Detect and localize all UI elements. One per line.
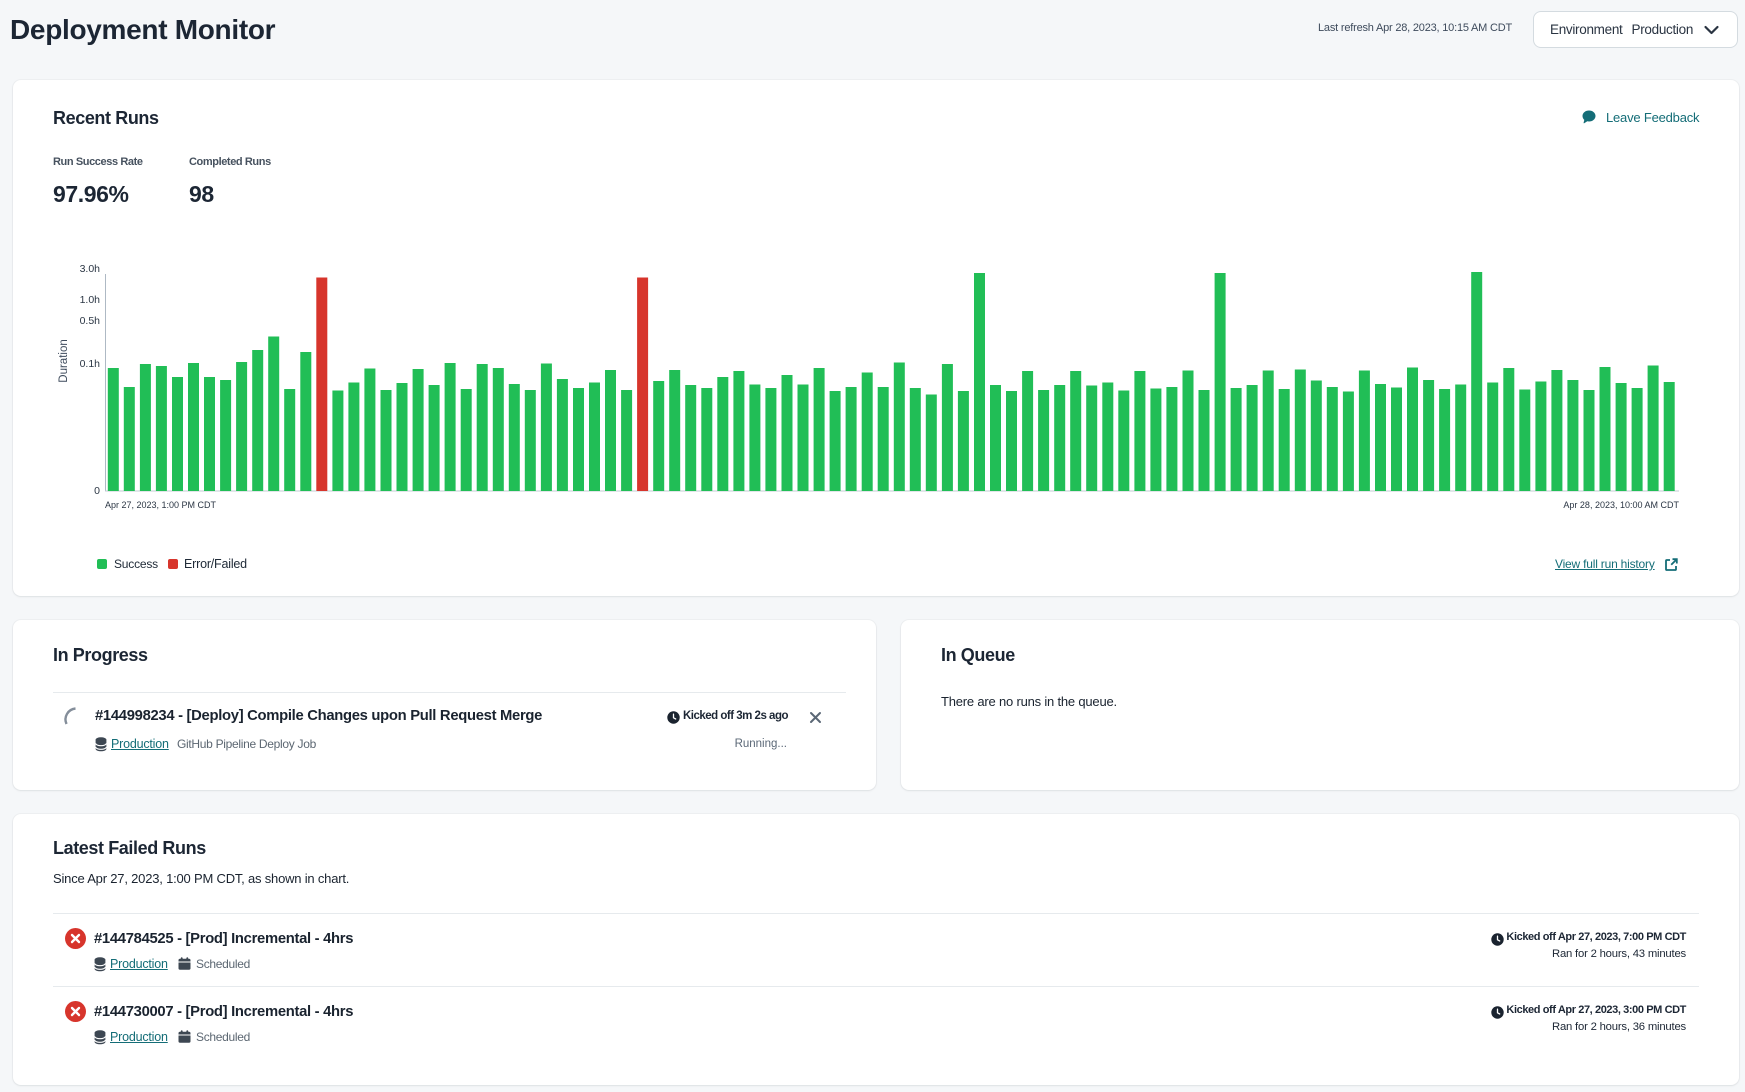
svg-text:3.0h: 3.0h xyxy=(80,263,101,275)
svg-text:1.0h: 1.0h xyxy=(80,294,101,306)
svg-text:0: 0 xyxy=(94,485,100,497)
svg-text:0.1h: 0.1h xyxy=(80,358,101,370)
svg-text:0.5h: 0.5h xyxy=(80,315,101,327)
svg-text:Duration: Duration xyxy=(58,339,70,382)
svg-text:Apr 28, 2023, 10:00 AM CDT: Apr 28, 2023, 10:00 AM CDT xyxy=(1563,500,1679,510)
svg-text:Apr 27, 2023, 1:00 PM CDT: Apr 27, 2023, 1:00 PM CDT xyxy=(105,500,217,510)
